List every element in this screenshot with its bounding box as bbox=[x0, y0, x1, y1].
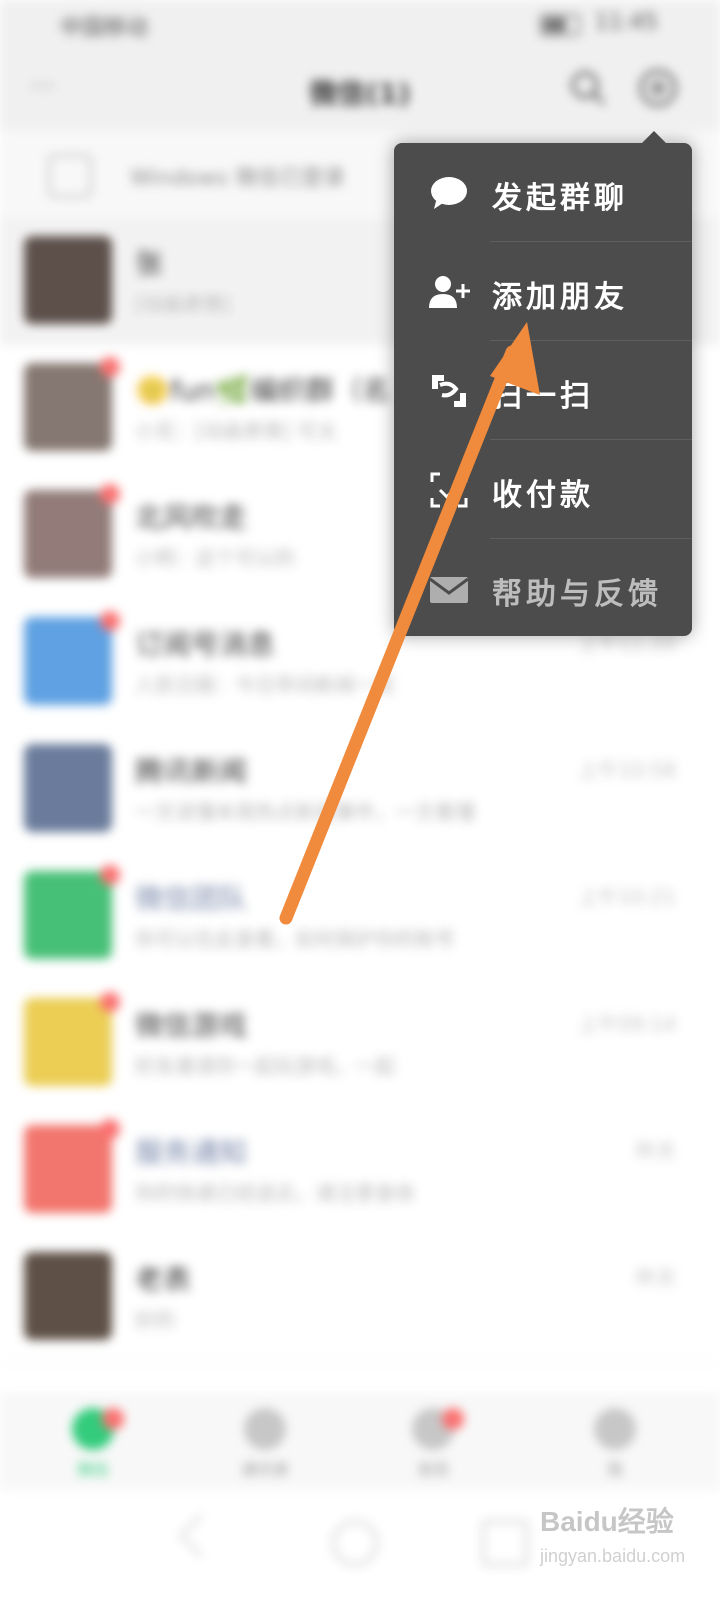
plus-dropdown-menu: 发起群聊 添加朋友 扫一扫 收付款 帮助与反馈 bbox=[394, 131, 692, 638]
baidu-watermark: Baidu经验 jingyan.baidu.com bbox=[540, 1500, 710, 1590]
menu-label-payment: 收付款 bbox=[492, 478, 594, 513]
menu-item-help-feedback[interactable]: 帮助与反馈 bbox=[394, 539, 692, 638]
payment-icon bbox=[430, 472, 468, 508]
watermark-logo: Baidu经验 bbox=[540, 1506, 674, 1537]
menu-item-add-friend[interactable]: 添加朋友 bbox=[394, 242, 692, 341]
scan-icon bbox=[432, 375, 466, 407]
menu-item-scan[interactable]: 扫一扫 bbox=[394, 341, 692, 440]
menu-label-help-feedback: 帮助与反馈 bbox=[492, 577, 662, 612]
mail-icon bbox=[429, 577, 469, 603]
watermark-url: jingyan.baidu.com bbox=[540, 1546, 686, 1566]
menu-caret bbox=[642, 131, 666, 143]
menu-item-group-chat[interactable]: 发起群聊 bbox=[394, 143, 692, 242]
group-chat-icon bbox=[431, 177, 467, 209]
menu-label-scan: 扫一扫 bbox=[492, 379, 594, 414]
menu-label-group-chat: 发起群聊 bbox=[492, 181, 628, 216]
add-friend-icon bbox=[429, 276, 470, 308]
menu-label-add-friend: 添加朋友 bbox=[492, 280, 628, 315]
menu-item-payment[interactable]: 收付款 bbox=[394, 440, 692, 539]
